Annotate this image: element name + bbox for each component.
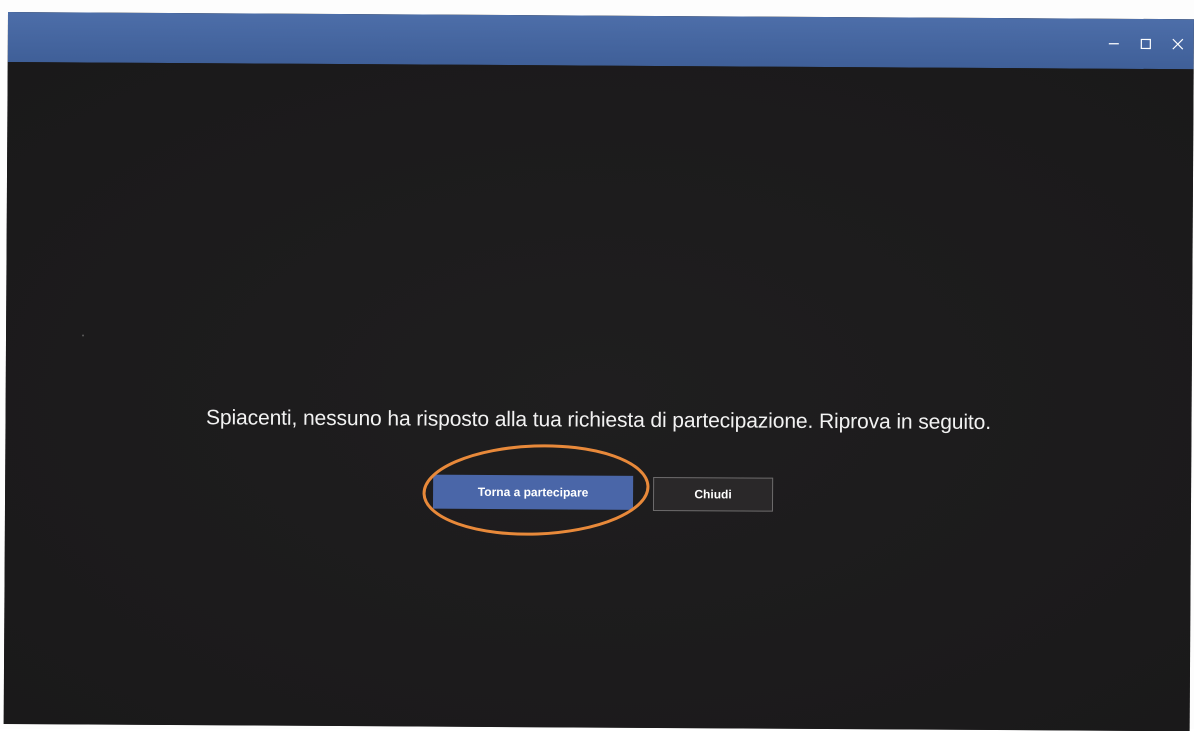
close-icon xyxy=(1172,38,1184,50)
window-controls xyxy=(1098,29,1194,60)
title-bar xyxy=(8,12,1194,69)
scanned-page: Spiacenti, nessuno ha risposto alla tua … xyxy=(0,0,1194,729)
main-content: Spiacenti, nessuno ha risposto alla tua … xyxy=(4,62,1194,731)
app-window: Spiacenti, nessuno ha risposto alla tua … xyxy=(4,12,1194,731)
maximize-button[interactable] xyxy=(1130,29,1162,59)
status-message: Spiacenti, nessuno ha risposto alla tua … xyxy=(5,405,1191,436)
rejoin-button[interactable]: Torna a partecipare xyxy=(433,475,633,510)
close-dialog-button[interactable]: Chiudi xyxy=(653,477,773,512)
minimize-button[interactable] xyxy=(1098,29,1130,59)
minimize-icon xyxy=(1108,38,1120,50)
close-button[interactable] xyxy=(1162,29,1194,59)
scan-speck xyxy=(82,334,84,336)
button-row: Torna a partecipare Chiudi xyxy=(5,472,1191,519)
maximize-icon xyxy=(1140,38,1152,50)
